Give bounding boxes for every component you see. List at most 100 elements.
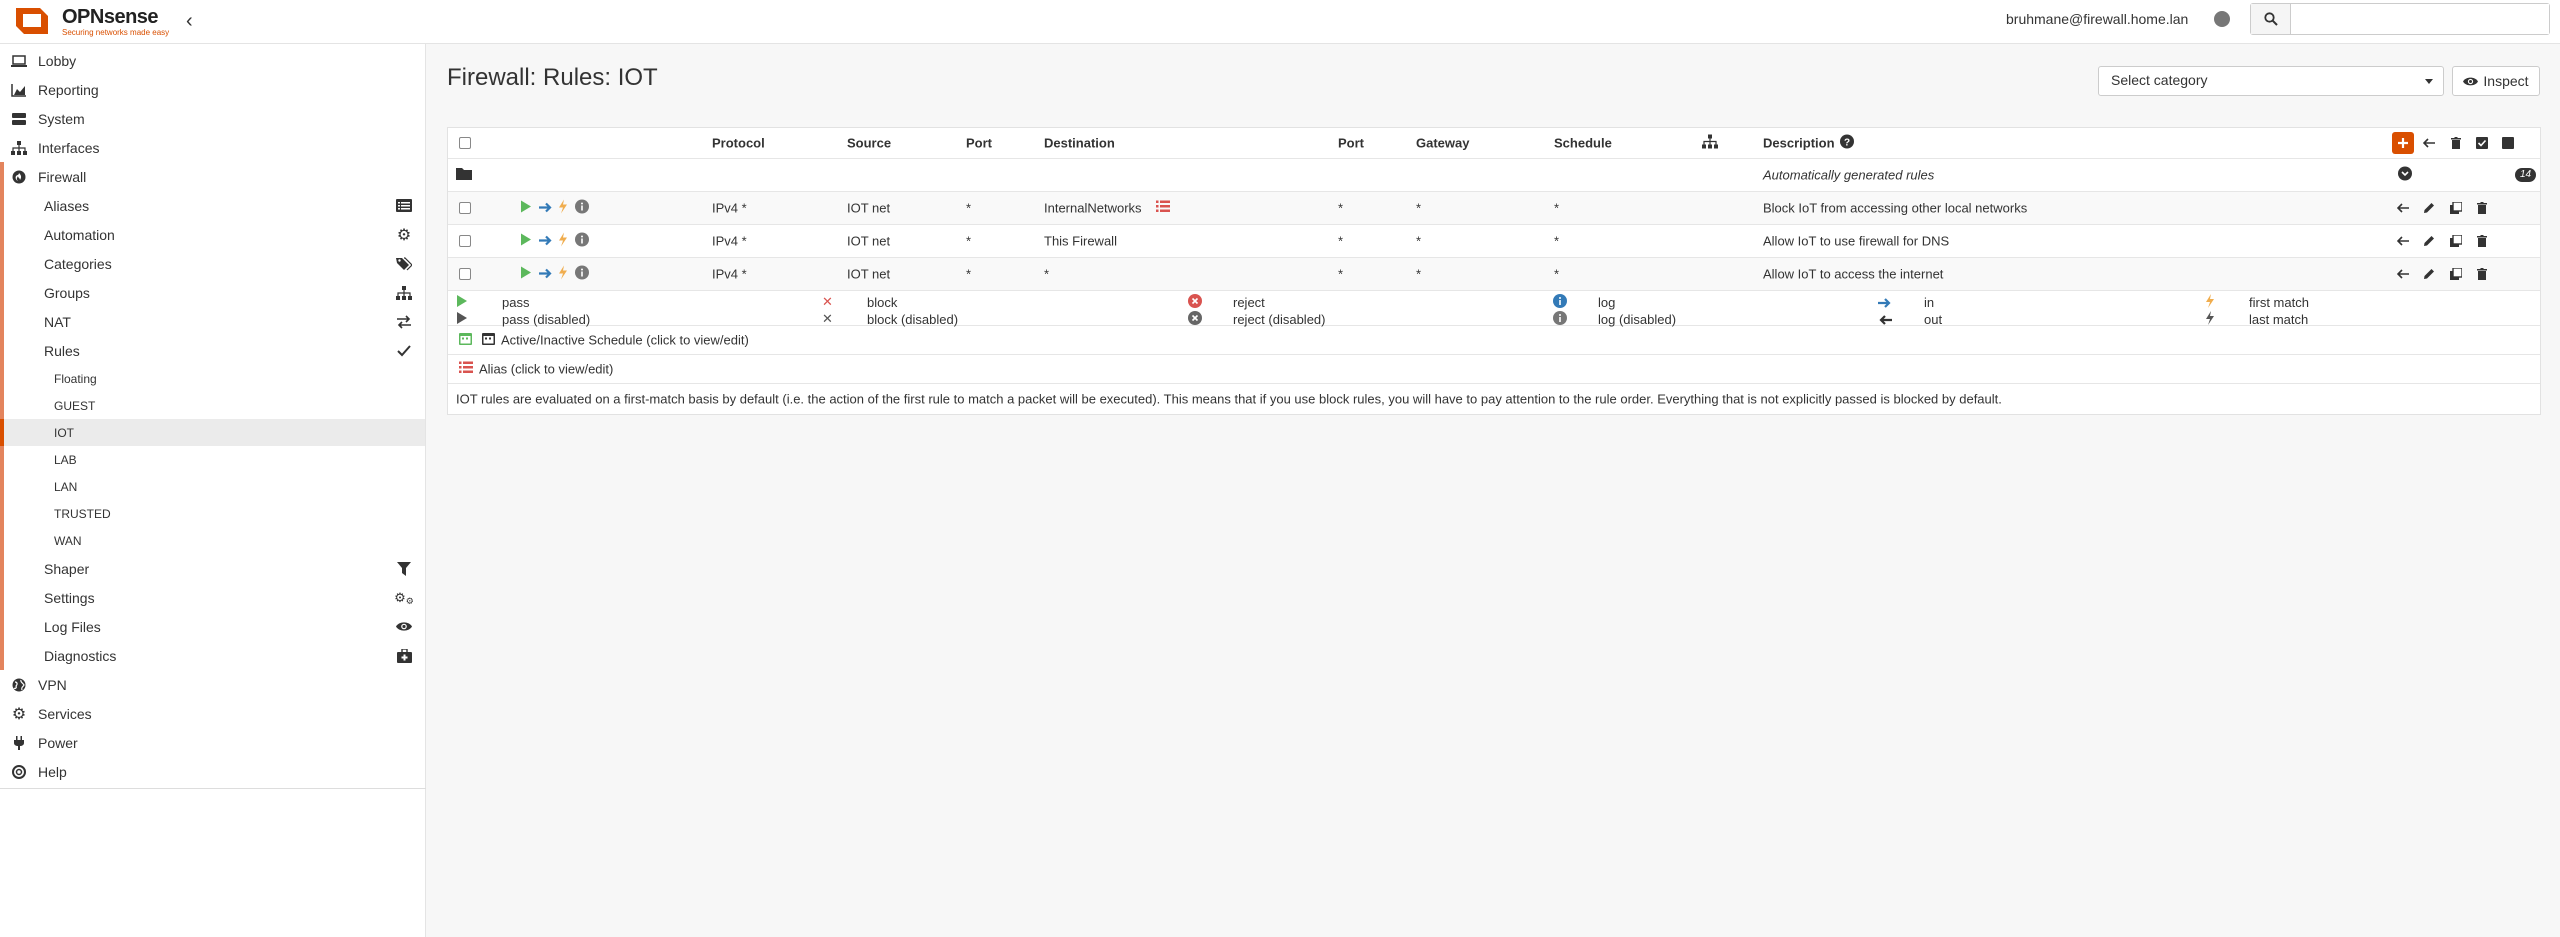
schedule-legend-label: Active/Inactive Schedule (click to view/… xyxy=(501,332,749,348)
search-input[interactable] xyxy=(2291,4,2549,34)
sidebar-item-reporting[interactable]: Reporting xyxy=(0,75,425,104)
rule-checkbox[interactable] xyxy=(459,202,471,214)
select-all-checkbox[interactable] xyxy=(459,137,471,149)
sidebar-item-settings[interactable]: Settings ⚙ ⚙ xyxy=(4,583,425,612)
sidebar-item-label: Log Files xyxy=(44,618,101,635)
sidebar-item-log-files[interactable]: Log Files xyxy=(4,612,425,641)
column-gateway[interactable]: Gateway xyxy=(1416,136,1469,151)
move-rule-icon[interactable] xyxy=(2392,230,2414,252)
sidebar-item-automation[interactable]: Automation ⚙ xyxy=(4,220,425,249)
info-circle-icon[interactable] xyxy=(575,199,589,217)
legend-block: block xyxy=(867,295,898,310)
question-circle-icon[interactable]: ? xyxy=(1840,134,1854,152)
sidebar-item-aliases[interactable]: Aliases xyxy=(4,191,425,220)
pass-play-icon[interactable] xyxy=(520,266,532,282)
arrow-left-icon[interactable] xyxy=(2418,132,2440,154)
column-dest-port[interactable]: Port xyxy=(1338,136,1364,151)
auto-rules-label: Automatically generated rules xyxy=(1763,167,1935,183)
grid-header: Protocol Source Port Destination Port Ga… xyxy=(448,128,2540,159)
brand-tagline: Securing networks made easy xyxy=(62,27,170,37)
legend-log-disabled: log (disabled) xyxy=(1598,312,1677,327)
square-icon[interactable] xyxy=(2497,132,2519,154)
sidebar-item-label: Interfaces xyxy=(38,139,100,156)
sidebar-item-power[interactable]: Power xyxy=(0,728,425,757)
move-rule-icon[interactable] xyxy=(2392,263,2414,285)
trash-icon[interactable] xyxy=(2471,263,2493,285)
move-rule-icon[interactable] xyxy=(2392,197,2414,219)
sidebar-rule-iot[interactable]: IOT xyxy=(0,419,425,446)
chevron-circle-down-icon[interactable] xyxy=(2398,166,2412,184)
system-status-dot[interactable] xyxy=(2214,11,2230,27)
sidebar-rule-trusted[interactable]: TRUSTED xyxy=(4,500,425,527)
sidebar-item-nat[interactable]: NAT xyxy=(4,307,425,336)
column-schedule[interactable]: Schedule xyxy=(1554,136,1612,151)
pencil-icon[interactable] xyxy=(2418,197,2440,219)
sidebar-item-firewall[interactable]: Firewall xyxy=(4,162,425,191)
info-circle-icon[interactable] xyxy=(575,232,589,250)
collapse-sidebar-button[interactable]: ‹ xyxy=(186,10,193,33)
sidebar-rule-lab[interactable]: LAB xyxy=(4,446,425,473)
inspect-button[interactable]: Inspect xyxy=(2452,66,2540,96)
sidebar-item-vpn[interactable]: VPN xyxy=(0,670,425,699)
pencil-icon[interactable] xyxy=(2418,230,2440,252)
rule-row[interactable]: IPv4 * IOT net * * * * * Allow IoT to ac… xyxy=(448,258,2540,291)
clone-icon[interactable] xyxy=(2445,263,2467,285)
rule-row[interactable]: IPv4 * IOT net * InternalNetworks * * * … xyxy=(448,192,2540,225)
rule-checkbox[interactable] xyxy=(459,235,471,247)
column-protocol[interactable]: Protocol xyxy=(712,136,765,151)
auto-rules-row[interactable]: Automatically generated rules 14 xyxy=(448,159,2540,192)
sidebar-item-label: Groups xyxy=(44,284,90,301)
sidebar-item-label: Aliases xyxy=(44,197,90,214)
rule-destination: InternalNetworks xyxy=(1044,200,1142,216)
sidebar-item-diagnostics[interactable]: Diagnostics xyxy=(4,641,425,670)
sitemap-icon[interactable] xyxy=(1702,134,1718,152)
sidebar-item-services[interactable]: ⚙ Services xyxy=(0,699,425,728)
sidebar-rule-guest[interactable]: GUEST xyxy=(4,392,425,419)
sidebar-item-label: System xyxy=(38,110,85,127)
sidebar-rule-floating[interactable]: Floating xyxy=(4,365,425,392)
sidebar-item-help[interactable]: Help xyxy=(0,757,425,786)
column-description[interactable]: Description xyxy=(1763,136,1835,151)
rule-protocol: IPv4 * xyxy=(712,200,747,216)
rule-dest-port: * xyxy=(1338,200,1344,216)
rule-checkbox[interactable] xyxy=(459,268,471,280)
search-icon[interactable] xyxy=(2251,4,2291,34)
server-icon xyxy=(11,111,27,127)
sidebar-item-system[interactable]: System xyxy=(0,104,425,133)
sidebar-item-label: GUEST xyxy=(54,398,96,413)
user-account[interactable]: bruhmane@firewall.home.lan xyxy=(2006,11,2188,27)
column-destination[interactable]: Destination xyxy=(1044,136,1115,151)
add-rule-button[interactable] xyxy=(2392,132,2414,154)
check-square-icon[interactable] xyxy=(2471,132,2493,154)
sidebar-item-shaper[interactable]: Shaper xyxy=(4,554,425,583)
trash-icon[interactable] xyxy=(2471,230,2493,252)
sidebar-item-interfaces[interactable]: Interfaces xyxy=(0,133,425,162)
rule-gateway: * xyxy=(1416,200,1422,216)
clone-icon[interactable] xyxy=(2445,197,2467,219)
pencil-icon[interactable] xyxy=(2418,263,2440,285)
column-source[interactable]: Source xyxy=(847,136,891,151)
rule-row[interactable]: IPv4 * IOT net * This Firewall * * * All… xyxy=(448,225,2540,258)
sidebar-item-lobby[interactable]: Lobby xyxy=(0,46,425,75)
pass-play-icon[interactable] xyxy=(520,233,532,249)
pass-play-icon[interactable] xyxy=(520,200,532,216)
clone-icon[interactable] xyxy=(2445,230,2467,252)
sidebar-item-label: LAB xyxy=(54,452,77,467)
sidebar-item-categories[interactable]: Categories xyxy=(4,249,425,278)
sidebar-rule-lan[interactable]: LAN xyxy=(4,473,425,500)
category-select[interactable]: Select category xyxy=(2098,66,2444,96)
logo-mark-icon xyxy=(16,8,48,34)
trash-icon[interactable] xyxy=(2445,132,2467,154)
rule-protocol: IPv4 * xyxy=(712,266,747,282)
info-circle-icon[interactable] xyxy=(575,265,589,283)
sidebar-item-groups[interactable]: Groups xyxy=(4,278,425,307)
sidebar-item-rules[interactable]: Rules xyxy=(4,336,425,365)
direction-in-icon xyxy=(539,234,553,249)
column-port[interactable]: Port xyxy=(966,136,992,151)
opnsense-logo[interactable]: OPNsense Securing networks made easy xyxy=(10,2,169,40)
sidebar-rule-wan[interactable]: WAN xyxy=(4,527,425,554)
first-match-bolt-icon xyxy=(558,265,568,283)
trash-icon[interactable] xyxy=(2471,197,2493,219)
sidebar-item-label: Rules xyxy=(44,342,80,359)
alias-list-icon[interactable] xyxy=(1156,200,1170,216)
